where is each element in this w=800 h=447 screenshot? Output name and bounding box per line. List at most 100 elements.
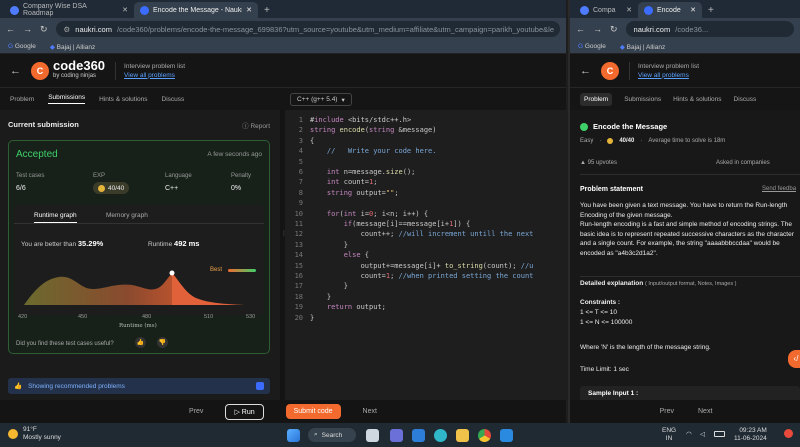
line-number: 4 <box>298 147 303 156</box>
line-number: 20 <box>294 313 303 322</box>
address-bar[interactable]: naukri.com/code36... <box>625 21 794 37</box>
detailed-explanation-toggle[interactable]: Detailed explanation ( Input/output form… <box>580 280 736 287</box>
current-submission-title: Current submission <box>8 120 79 129</box>
volume-icon[interactable]: ◁ <box>700 430 705 438</box>
tab-problem[interactable]: Problem <box>580 92 613 106</box>
reload-icon[interactable]: ↻ <box>40 24 48 35</box>
tab-submissions[interactable]: Submissions <box>624 96 661 103</box>
tab-hints[interactable]: Hints & solutions <box>673 96 721 103</box>
site-info-icon[interactable]: ⚙ <box>64 25 71 34</box>
code-line[interactable]: } <box>310 293 331 301</box>
address-bar[interactable]: ⚙ naukri.com/code360/problems/encode-the… <box>55 21 560 37</box>
browser-tab-roadmap[interactable]: Company Wise DSA Roadmap ✕ <box>4 2 134 18</box>
forward-icon[interactable]: → <box>593 24 602 34</box>
new-tab-button[interactable]: + <box>702 2 720 18</box>
prev-button[interactable]: Prev <box>660 408 674 415</box>
bookmark-google[interactable]: G Google <box>8 43 36 50</box>
code-line[interactable]: #include <bits/stdc++.h> <box>310 116 411 124</box>
code-line[interactable]: } <box>310 241 348 249</box>
run-button[interactable]: ▷ Run <box>225 403 264 420</box>
code-line[interactable]: int count=1; <box>310 178 378 186</box>
clock[interactable]: 09:23 AM 11-06-2024 <box>734 427 767 443</box>
back-icon[interactable]: ← <box>576 24 585 34</box>
next-button[interactable]: Next <box>363 408 377 415</box>
edge-icon[interactable] <box>434 429 447 442</box>
prev-button[interactable]: Prev <box>189 408 203 415</box>
language-select[interactable]: C++ (g++ 5.4) ▾ <box>290 93 352 106</box>
windows-start-icon[interactable] <box>287 429 300 442</box>
tab-discuss[interactable]: Discuss <box>734 96 757 103</box>
forward-icon[interactable]: → <box>23 24 32 34</box>
taskbar-search[interactable]: ⌕ Search <box>308 428 356 442</box>
folder-icon[interactable] <box>456 429 469 442</box>
close-icon[interactable]: ✕ <box>690 6 696 14</box>
reload-icon[interactable]: ↻ <box>610 24 618 35</box>
stat-value: 0% <box>231 185 242 192</box>
checkbox[interactable] <box>256 382 264 390</box>
back-icon[interactable]: ← <box>6 24 15 34</box>
task-view-icon[interactable] <box>366 429 379 442</box>
code360-logo[interactable]: C <box>601 61 619 80</box>
language-indicator[interactable]: ENG IN <box>662 427 676 443</box>
line-number: 10 <box>294 209 303 218</box>
code-fab-icon[interactable]: ‹/ <box>788 350 800 368</box>
tab-submissions[interactable]: Submissions <box>48 94 86 104</box>
new-tab-button[interactable]: + <box>258 2 276 18</box>
next-button[interactable]: Next <box>698 408 712 415</box>
upvotes[interactable]: ▲ 95 upvotes <box>580 160 617 166</box>
battery-icon[interactable] <box>714 431 725 437</box>
code-line[interactable]: // Write your code here. <box>310 147 437 155</box>
submit-code-button[interactable]: Submit code <box>285 404 341 419</box>
browser-tab-encode[interactable]: Encode the Message - Naukri C ✕ <box>134 2 258 18</box>
problem-title: Encode the Message <box>580 122 667 131</box>
code-line[interactable]: int n=message.size(); <box>310 168 416 176</box>
recommended-bar[interactable]: 👍 Showing recommended problems <box>8 378 270 394</box>
bookmark-bajaj[interactable]: ◆ Bajaj | Allianz <box>50 43 95 51</box>
tab-hints[interactable]: Hints & solutions <box>99 96 147 103</box>
code-line[interactable]: } <box>310 282 348 290</box>
report-button[interactable]: ⓘ Report <box>242 120 270 130</box>
send-feedback-link[interactable]: Send feedba <box>762 186 796 192</box>
line-number: 18 <box>294 292 303 301</box>
weather-widget[interactable]: 91°F Mostly sunny <box>8 426 61 442</box>
tab-discuss[interactable]: Discuss <box>162 96 185 103</box>
bookmark-google[interactable]: G Google <box>578 43 606 50</box>
code-line[interactable]: { <box>310 137 314 145</box>
code-line[interactable]: output+=message[i]+ to_string(count); //… <box>310 262 534 270</box>
browser-tab-roadmap[interactable]: Compa ✕ <box>574 2 638 18</box>
check-circle-icon <box>580 122 588 131</box>
line-number: 6 <box>298 168 303 176</box>
close-icon[interactable]: ✕ <box>246 6 252 14</box>
code-line[interactable]: else { <box>310 251 369 259</box>
bookmark-bajaj[interactable]: ◆ Bajaj | Allianz <box>620 43 665 51</box>
code-line[interactable]: string encode(string &message) <box>310 126 436 134</box>
close-icon[interactable]: ✕ <box>626 6 632 14</box>
code-line[interactable]: string output=""; <box>310 189 399 197</box>
code-line[interactable]: count++; //will increment untill the nex… <box>310 230 534 238</box>
useful-question: Did you find these test cases useful? <box>16 341 114 347</box>
close-icon[interactable]: ✕ <box>122 6 128 14</box>
wifi-icon[interactable]: ◠ <box>686 430 692 438</box>
vscode-icon[interactable] <box>500 429 513 442</box>
chrome-icon[interactable] <box>478 429 491 442</box>
browser-tab-encode[interactable]: Encode ✕ <box>638 2 702 18</box>
view-all-problems-link[interactable]: View all problems <box>124 71 185 80</box>
teams-icon[interactable] <box>390 429 403 442</box>
code-line[interactable]: count=1; //when printed setting the coun… <box>310 272 534 280</box>
back-arrow-icon[interactable]: ← <box>580 65 591 77</box>
code-line[interactable]: for(int i=0; i<n; i++) { <box>310 210 428 218</box>
explorer-icon[interactable] <box>412 429 425 442</box>
code-line[interactable]: } <box>310 314 314 322</box>
notification-icon[interactable] <box>784 429 793 438</box>
code-line[interactable]: return output; <box>310 303 386 311</box>
tab-problem[interactable]: Problem <box>10 96 34 103</box>
code-line[interactable]: if(message[i]==message[i+1]) { <box>310 220 470 228</box>
code360-logo[interactable]: C code360 by coding ninjas <box>31 59 105 82</box>
thumbs-up-icon[interactable]: 👍 <box>135 337 146 348</box>
code-editor[interactable]: 1 #include <bits/stdc++.h> 2 string encode(… <box>285 110 566 400</box>
view-all-problems-link[interactable]: View all problems <box>638 71 699 80</box>
thumbs-down-icon[interactable]: 👎 <box>157 337 168 348</box>
back-arrow-icon[interactable]: ← <box>10 65 21 77</box>
tab-strip: Company Wise DSA Roadmap ✕ Encode the Me… <box>0 0 566 18</box>
splitter-handle[interactable]: ⋮ <box>281 230 287 260</box>
